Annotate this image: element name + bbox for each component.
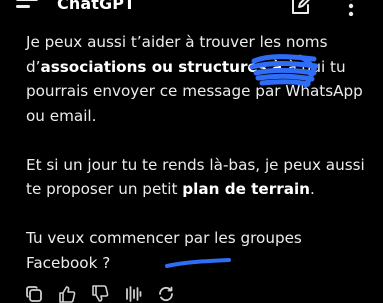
top-app-bar: ChatGPT: [0, 0, 383, 20]
paragraph-gap: [26, 128, 371, 153]
regenerate-icon[interactable]: [157, 285, 175, 303]
message-bold-text: plan de terrain: [182, 180, 310, 198]
message-paragraph-2: Et si un jour tu te rends là-bas, je peu…: [26, 153, 371, 202]
thumbs-down-icon[interactable]: [91, 285, 109, 303]
thumbs-up-icon[interactable]: [58, 285, 76, 303]
blue-underline-mark: [163, 253, 233, 271]
message-text: .: [310, 180, 315, 198]
hamburger-menu-icon[interactable]: [16, 0, 38, 12]
paragraph-gap: [26, 202, 371, 227]
speaker-icon[interactable]: [124, 285, 142, 303]
message-actions-bar: [0, 285, 383, 300]
app-title[interactable]: ChatGPT: [57, 0, 135, 13]
copy-icon[interactable]: [25, 285, 43, 303]
edit-pencil-icon[interactable]: [290, 0, 312, 14]
redaction-scribble: [248, 47, 320, 91]
vertical-dots-icon[interactable]: [344, 0, 358, 16]
